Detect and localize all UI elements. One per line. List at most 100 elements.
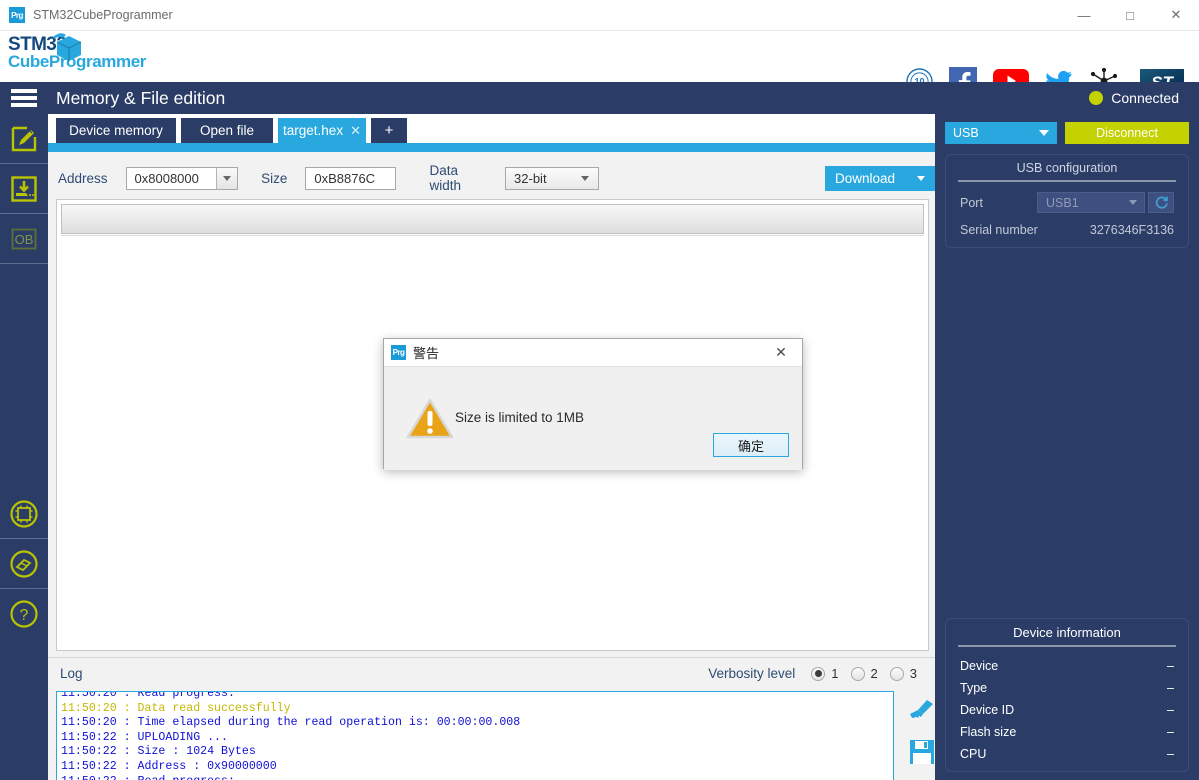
maximize-button[interactable]: □ — [1107, 0, 1153, 31]
divider — [958, 180, 1176, 182]
log-line: 11:50:22 : Address : 0x90000000 — [61, 759, 277, 773]
chevron-down-icon[interactable] — [216, 167, 238, 189]
device-information-card: Device information Device – Type – Devic… — [945, 618, 1189, 772]
device-info-value: – — [1167, 725, 1174, 739]
memory-table-header — [61, 204, 924, 234]
broom-icon[interactable] — [909, 699, 936, 725]
tab-open-file[interactable]: Open file — [181, 118, 273, 143]
interface-value: USB — [953, 126, 979, 140]
tab-device-memory[interactable]: Device memory — [56, 118, 176, 143]
verbosity-option-label: 3 — [909, 666, 917, 681]
chevron-down-icon[interactable] — [1039, 130, 1049, 136]
sidebar-item-erasing-programming[interactable] — [0, 164, 48, 214]
refresh-ports-button[interactable] — [1148, 192, 1174, 213]
minimize-button[interactable]: — — [1061, 0, 1107, 31]
device-info-row: Device – — [946, 655, 1188, 677]
download-button[interactable]: Download — [824, 165, 935, 191]
serial-number-label: Serial number — [960, 223, 1038, 237]
log-section-label: Log — [60, 666, 83, 681]
page-header: Memory & File edition Connected — [0, 82, 1199, 114]
address-value: 0x8008000 — [134, 170, 199, 186]
log-line: 11:50:22 : UPLOADING ... — [61, 730, 228, 744]
page-title: Memory & File edition — [56, 87, 226, 108]
size-input[interactable]: 0xB8876C — [305, 166, 396, 190]
log-toolbar: Log Verbosity level 1 2 3 — [48, 657, 935, 689]
port-row: Port USB1 — [946, 190, 1188, 219]
cube-icon — [53, 33, 82, 61]
tab-underline — [48, 143, 935, 152]
interface-select[interactable]: USB — [945, 122, 1057, 144]
port-value: USB1 — [1046, 195, 1079, 210]
tab-bar: Device memory Open file target.hex ✕ + — [48, 114, 935, 152]
chevron-down-icon[interactable] — [1129, 200, 1137, 205]
verbosity-option-label: 1 — [831, 666, 839, 681]
dialog-close-button[interactable]: ✕ — [760, 339, 802, 367]
tab-close-icon[interactable]: ✕ — [350, 123, 361, 139]
sidebar-item-cpu[interactable] — [0, 489, 48, 539]
device-info-value: – — [1167, 659, 1174, 673]
rail-spacer — [0, 264, 48, 489]
verbosity-option-label: 2 — [870, 666, 878, 681]
radio-icon[interactable] — [811, 666, 826, 681]
usb-configuration-title: USB configuration — [1016, 161, 1118, 175]
log-line: 11:50:22 : Read progress: — [61, 775, 893, 780]
address-label: Address — [58, 170, 108, 186]
download-icon — [11, 175, 37, 202]
tab-label: Open file — [199, 123, 255, 138]
chevron-down-icon[interactable] — [917, 175, 925, 181]
tab-add-new[interactable]: + — [371, 118, 407, 143]
verbosity-option-2[interactable]: 2 — [850, 666, 878, 681]
status-badge: Connected — [1111, 90, 1179, 106]
question-icon: ? — [10, 600, 38, 628]
address-toolbar: Address 0x8008000 Size 0xB8876C Data wid… — [48, 157, 935, 199]
dialog-ok-button[interactable]: 确定 — [713, 433, 789, 457]
refresh-icon — [1155, 196, 1168, 209]
size-label: Size — [261, 170, 288, 186]
chevron-down-icon[interactable] — [580, 175, 589, 181]
sidebar-item-help[interactable]: ? — [0, 589, 48, 639]
log-line: 11:50:22 : Size : 1024 Bytes — [61, 745, 256, 759]
address-input[interactable]: 0x8008000 — [125, 166, 239, 190]
svg-text:OB: OB — [15, 232, 34, 247]
eraser-icon — [10, 549, 38, 578]
window-controls: — □ ✕ — [1061, 0, 1199, 31]
port-select[interactable]: USB1 — [1037, 192, 1145, 213]
device-info-key: Device ID — [960, 703, 1015, 717]
dialog-titlebar: Prg 警告 ✕ — [384, 339, 802, 367]
device-info-row: Device ID – — [946, 699, 1188, 721]
window-titlebar: Prg STM32CubeProgrammer — □ ✕ — [0, 0, 1199, 31]
log-line: 11:50:20 : Data read successfully — [61, 701, 291, 715]
close-button[interactable]: ✕ — [1153, 0, 1199, 31]
radio-icon[interactable] — [889, 666, 904, 681]
warning-dialog: Prg 警告 ✕ Size is limited to 1MB 确定 — [383, 338, 803, 470]
radio-icon[interactable] — [850, 666, 865, 681]
connection-controls: USB Disconnect — [935, 114, 1199, 144]
left-navigation-rail: OB ? — [0, 114, 48, 780]
disconnect-button[interactable]: Disconnect — [1065, 122, 1189, 144]
status-dot-icon — [1089, 91, 1104, 105]
data-width-label: Data width — [429, 163, 462, 193]
tab-label: Device memory — [69, 123, 163, 138]
tab-target-hex[interactable]: target.hex ✕ — [278, 118, 366, 143]
verbosity-control: Verbosity level 1 2 3 — [708, 666, 917, 681]
sidebar-item-memory-file-edition[interactable] — [0, 114, 48, 164]
data-width-select[interactable]: 32-bit — [505, 166, 599, 190]
svg-text:?: ? — [20, 607, 29, 624]
verbosity-option-1[interactable]: 1 — [811, 666, 839, 681]
pencil-edit-icon — [11, 126, 37, 151]
right-panel: USB Disconnect USB configuration Port US… — [935, 114, 1199, 780]
sidebar-item-erase[interactable] — [0, 539, 48, 589]
panel-spacer — [935, 248, 1199, 608]
device-info-value: – — [1167, 747, 1174, 761]
download-label: Download — [834, 170, 895, 186]
floppy-save-icon[interactable] — [909, 739, 935, 765]
verbosity-option-3[interactable]: 3 — [889, 666, 917, 681]
log-line: 11:50:20 : Read progress: — [61, 691, 235, 700]
dialog-body: Size is limited to 1MB 确定 — [384, 367, 802, 470]
device-information-title: Device information — [1013, 625, 1121, 640]
usb-configuration-card: USB configuration Port USB1 Serial numbe… — [945, 154, 1189, 248]
log-output[interactable]: 11:50:20 : Read progress: 11:50:20 : Dat… — [56, 691, 894, 780]
ob-icon: OB — [11, 228, 37, 249]
hamburger-icon[interactable] — [0, 89, 48, 107]
sidebar-item-option-bytes[interactable]: OB — [0, 214, 48, 264]
